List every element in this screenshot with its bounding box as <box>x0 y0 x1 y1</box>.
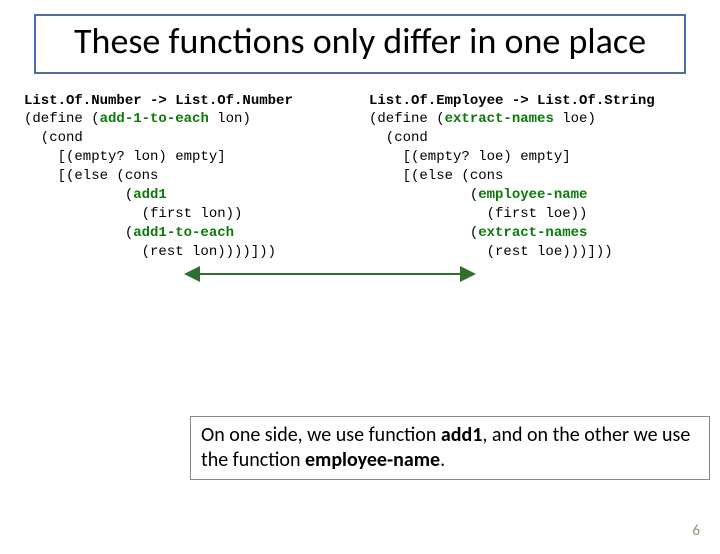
code-text: (rest loe)))])) <box>369 244 613 260</box>
code-text: loe) <box>554 111 596 127</box>
code-text: ( <box>24 225 133 241</box>
code-text: ( <box>369 225 478 241</box>
code-text: (define ( <box>369 111 445 127</box>
note-bold-1: add1 <box>441 423 482 447</box>
title-box: These functions only differ in one place <box>34 14 686 74</box>
code-text: (define ( <box>24 111 100 127</box>
right-define-fn: extract-names <box>445 111 554 127</box>
page-number: 6 <box>692 522 700 540</box>
note-text: On one side, we use function <box>201 423 441 447</box>
code-text: lon) <box>209 111 251 127</box>
code-text: (first lon)) <box>24 206 242 222</box>
note-box: On one side, we use function add1, and o… <box>190 416 710 480</box>
slide-title: These functions only differ in one place <box>46 22 674 62</box>
code-text: [(empty? lon) empty] <box>24 149 226 165</box>
code-text: [(empty? loe) empty] <box>369 149 571 165</box>
left-signature: List.Of.Number -> List.Of.Number <box>24 93 293 109</box>
code-text: (rest lon))))])) <box>24 244 276 260</box>
right-recur-fn: extract-names <box>478 225 587 241</box>
code-text: ( <box>369 187 478 203</box>
left-define-fn: add-1-to-each <box>100 111 209 127</box>
code-text: (cond <box>24 130 83 146</box>
note-bold-2: employee-name <box>305 448 440 472</box>
right-map-fn: employee-name <box>478 187 587 203</box>
note-text: . <box>440 448 445 472</box>
right-code: List.Of.Employee -> List.Of.String (defi… <box>355 92 700 262</box>
left-map-fn: add1 <box>133 187 167 203</box>
code-text: (cond <box>369 130 428 146</box>
left-recur-fn: add1-to-each <box>133 225 234 241</box>
code-text: [(else (cons <box>369 168 503 184</box>
left-code: List.Of.Number -> List.Of.Number (define… <box>20 92 355 262</box>
code-columns: List.Of.Number -> List.Of.Number (define… <box>20 92 700 262</box>
code-text: (first loe)) <box>369 206 587 222</box>
code-text: [(else (cons <box>24 168 158 184</box>
code-text: ( <box>24 187 133 203</box>
double-arrow-icon <box>180 264 480 284</box>
right-signature: List.Of.Employee -> List.Of.String <box>369 93 655 109</box>
